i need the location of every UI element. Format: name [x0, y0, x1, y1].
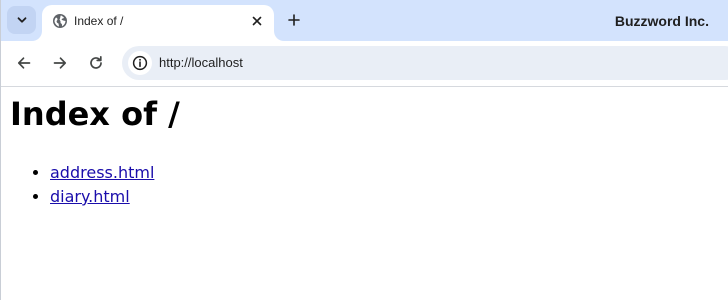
forward-button[interactable] — [46, 49, 74, 77]
info-icon — [132, 55, 148, 71]
tab-search-button[interactable] — [7, 6, 36, 34]
back-button[interactable] — [10, 49, 38, 77]
plus-icon — [288, 14, 300, 26]
close-icon — [252, 16, 262, 26]
page-title: Index of / — [10, 95, 180, 133]
reload-button[interactable] — [82, 49, 110, 77]
url-text[interactable]: http://localhost — [159, 55, 243, 70]
list-item: address.html — [50, 161, 154, 185]
new-tab-button[interactable] — [283, 9, 305, 31]
reload-icon — [90, 55, 102, 69]
globe-icon — [53, 14, 67, 28]
browser-window: Index of / Buzzword Inc. http://localhos… — [0, 0, 728, 300]
page-content: Index of / address.html diary.html — [1, 87, 728, 300]
arrow-right-icon — [53, 57, 67, 69]
file-link-address[interactable]: address.html — [50, 163, 154, 182]
close-tab-button[interactable] — [248, 12, 266, 30]
tab-title: Index of / — [74, 14, 124, 28]
toolbar: http://localhost — [1, 41, 728, 87]
tab-active[interactable]: Index of / — [42, 5, 274, 41]
profile-label: Buzzword Inc. — [614, 13, 709, 29]
list-item: diary.html — [50, 185, 154, 209]
tab-strip: Index of / Buzzword Inc. — [1, 0, 728, 41]
file-link-diary[interactable]: diary.html — [50, 187, 130, 206]
file-list: address.html diary.html — [1, 161, 154, 209]
arrow-left-icon — [17, 57, 31, 69]
chevron-down-icon — [17, 17, 26, 23]
site-info-button[interactable] — [128, 51, 152, 75]
address-bar[interactable]: http://localhost — [122, 46, 728, 80]
